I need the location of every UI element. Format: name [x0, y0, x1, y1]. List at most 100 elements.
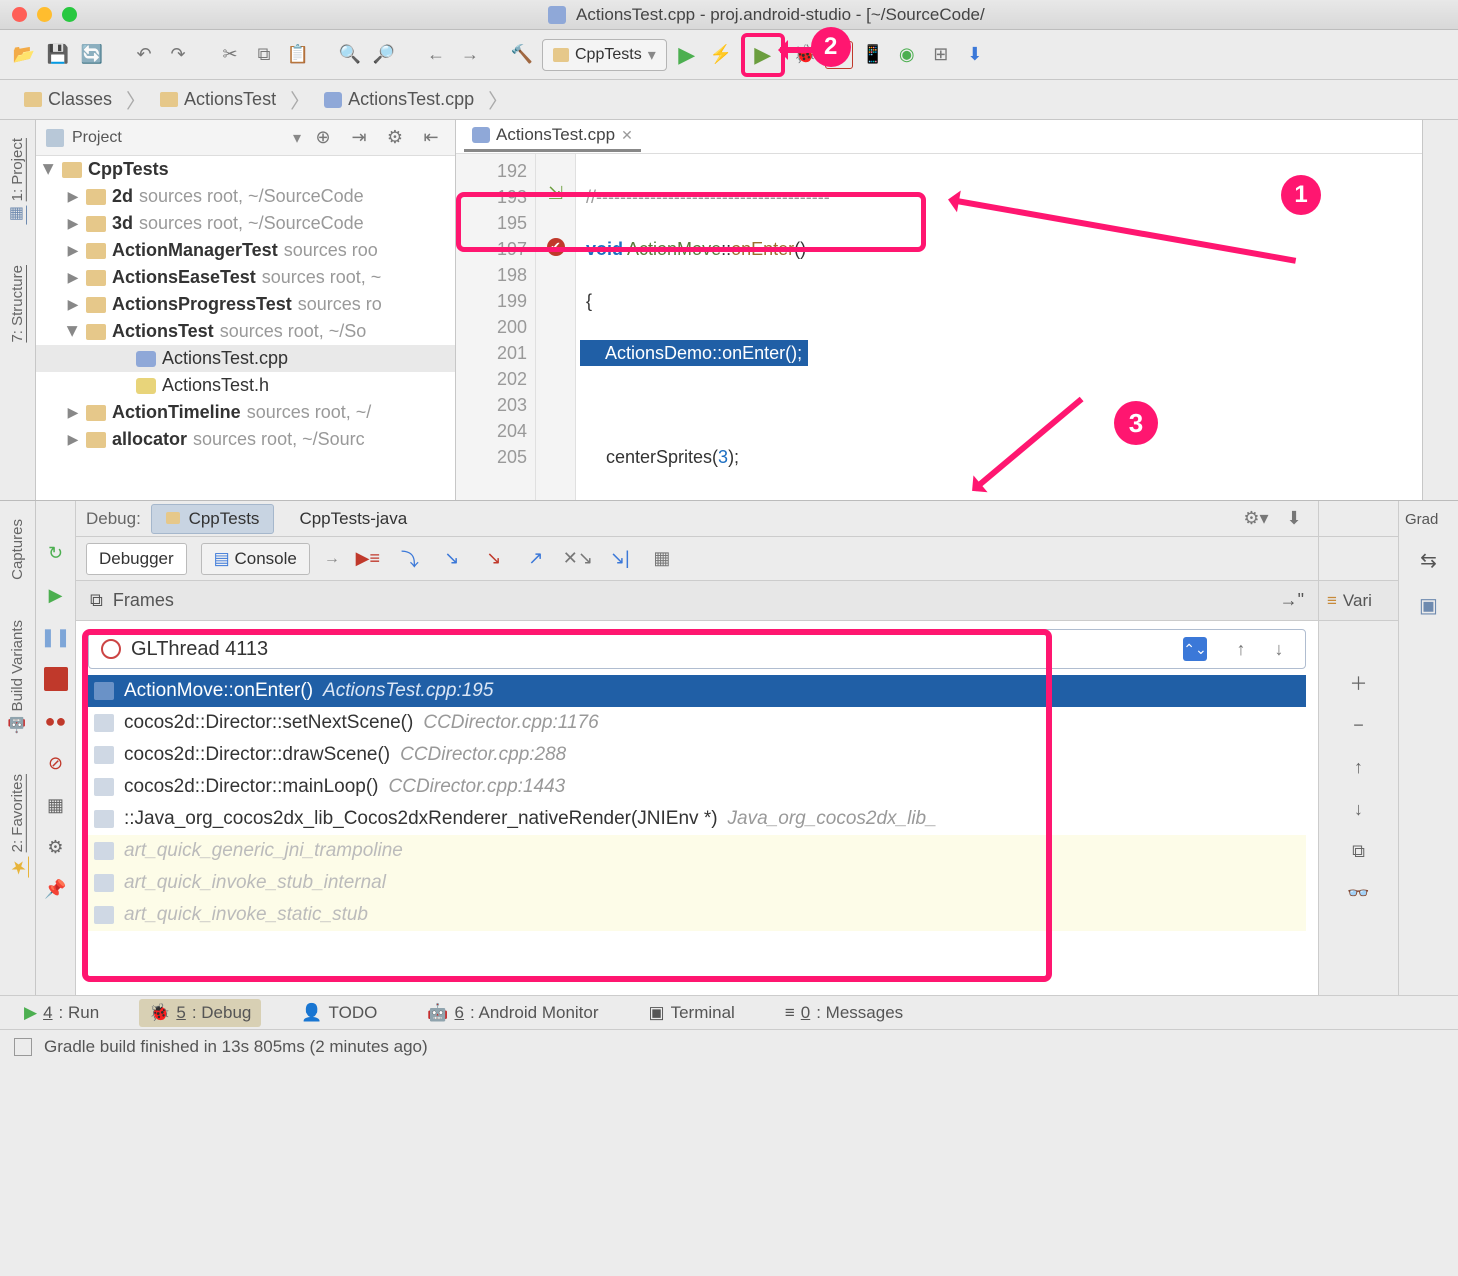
breadcrumb-item[interactable]: ActionsTest: [150, 85, 286, 114]
tab-captures[interactable]: Captures: [5, 511, 30, 588]
gradle-icon[interactable]: ⇆: [1399, 538, 1458, 583]
tree-row[interactable]: ActionsTest.h: [36, 372, 455, 399]
frame-row[interactable]: cocos2d::Director::setNextScene() CCDire…: [88, 707, 1306, 739]
zoom-window-button[interactable]: [62, 7, 77, 22]
build-icon[interactable]: 🔨: [508, 41, 536, 69]
back-icon[interactable]: ←: [422, 41, 450, 69]
apply-changes-icon[interactable]: ⚡: [707, 41, 735, 69]
frame-row[interactable]: cocos2d::Director::mainLoop() CCDirector…: [88, 771, 1306, 803]
show-execution-icon[interactable]: ▶≡: [354, 545, 382, 573]
expand-arrow-icon[interactable]: ▶: [66, 431, 80, 448]
frame-row[interactable]: art_quick_invoke_stub_internal: [88, 867, 1306, 899]
find-icon[interactable]: 🔍: [336, 41, 364, 69]
sync-icon[interactable]: 🔄: [78, 41, 106, 69]
bottom-tab-android[interactable]: 🤖 6: Android Monitor: [417, 999, 608, 1027]
bottom-tab-terminal[interactable]: ▣ Terminal: [639, 999, 745, 1027]
expand-arrow-icon[interactable]: ▶: [66, 215, 80, 232]
tree-root[interactable]: ▶ CppTests: [36, 156, 455, 183]
down-icon[interactable]: ↓: [1347, 797, 1371, 821]
tree-row[interactable]: ▶ActionManagerTest sources roo: [36, 237, 455, 264]
frame-row[interactable]: art_quick_generic_jni_trampoline: [88, 835, 1306, 867]
expand-arrow-icon[interactable]: ▶: [65, 325, 82, 339]
layout-inspector-icon[interactable]: ⊞: [927, 41, 955, 69]
tree-row[interactable]: ▶3d sources root, ~/SourceCode: [36, 210, 455, 237]
bottom-tab-debug[interactable]: 🐞 5: Debug: [139, 999, 261, 1027]
evaluate-icon[interactable]: ▦: [648, 545, 676, 573]
view-breakpoints-icon[interactable]: ●●: [44, 709, 68, 733]
cut-icon[interactable]: ✂: [216, 41, 244, 69]
redo-icon[interactable]: ↷: [164, 41, 192, 69]
tree-row[interactable]: ▶ActionsTest sources root, ~/So: [36, 318, 455, 345]
pin-icon[interactable]: 📌: [44, 877, 68, 901]
mute-breakpoints-icon[interactable]: ⊘: [44, 751, 68, 775]
tree-row[interactable]: ▶2d sources root, ~/SourceCode: [36, 183, 455, 210]
code-area[interactable]: //--------------------------------------…: [576, 154, 1422, 500]
tree-row[interactable]: ▶allocator sources root, ~/Sourc: [36, 426, 455, 453]
status-icon[interactable]: [14, 1038, 32, 1056]
sub-tab-debugger[interactable]: Debugger: [86, 543, 187, 575]
presentation-icon[interactable]: →": [1280, 590, 1304, 611]
tree-row[interactable]: ▶ActionsEaseTest sources root, ~: [36, 264, 455, 291]
resume-icon[interactable]: ▶: [44, 583, 68, 607]
up-icon[interactable]: ↑: [1347, 755, 1371, 779]
tab-favorites[interactable]: ★ 2: Favorites: [3, 766, 33, 886]
copy-icon[interactable]: ⧉: [1347, 839, 1371, 863]
rerun-icon[interactable]: ↻: [44, 541, 68, 565]
force-step-into-icon[interactable]: ↘: [480, 545, 508, 573]
tree-row[interactable]: ActionsTest.cpp: [36, 345, 455, 372]
frame-row[interactable]: ActionMove::onEnter() ActionsTest.cpp:19…: [88, 675, 1306, 707]
remove-watch-icon[interactable]: −: [1347, 713, 1371, 737]
tree-row[interactable]: ▶ActionsProgressTest sources ro: [36, 291, 455, 318]
copy-icon[interactable]: ⧉: [250, 41, 278, 69]
forward-icon[interactable]: →: [456, 41, 484, 69]
expand-arrow-icon[interactable]: ▶: [66, 404, 80, 421]
download-icon[interactable]: ⬇: [961, 41, 989, 69]
collapse-icon[interactable]: ⇥: [345, 124, 373, 152]
drop-frame-icon[interactable]: ✕↘: [564, 545, 592, 573]
close-tab-icon[interactable]: ✕: [621, 127, 633, 144]
bottom-tab-messages[interactable]: ≡ 0: Messages: [775, 999, 913, 1027]
frame-row[interactable]: art_quick_invoke_static_stub: [88, 899, 1306, 931]
expand-arrow-icon[interactable]: ▶: [66, 296, 80, 313]
breadcrumb-item[interactable]: ActionsTest.cpp: [314, 85, 484, 114]
undo-icon[interactable]: ↶: [130, 41, 158, 69]
show-watches-icon[interactable]: 👓: [1347, 881, 1371, 905]
bottom-tab-run[interactable]: ▶ 4: Run: [14, 999, 109, 1027]
run-config-selector[interactable]: CppTests ▾: [542, 39, 667, 71]
frame-list[interactable]: ActionMove::onEnter() ActionsTest.cpp:19…: [88, 675, 1306, 931]
breadcrumb-item[interactable]: Classes: [14, 85, 122, 114]
hide-icon[interactable]: ⇤: [417, 124, 445, 152]
frame-row[interactable]: ::Java_org_cocos2dx_lib_Cocos2dxRenderer…: [88, 803, 1306, 835]
preview-icon[interactable]: ▣: [1399, 583, 1458, 628]
prev-frame-icon[interactable]: ↑: [1227, 635, 1255, 663]
minimize-window-button[interactable]: [37, 7, 52, 22]
tab-gradle[interactable]: Grad: [1399, 501, 1458, 538]
expand-arrow-icon[interactable]: ▶: [66, 188, 80, 205]
tree-row[interactable]: ▶ActionTimeline sources root, ~/: [36, 399, 455, 426]
marker-gutter[interactable]: ⇲: [536, 154, 576, 500]
next-frame-icon[interactable]: ↓: [1265, 635, 1293, 663]
sub-tab-console[interactable]: ▤ Console: [201, 543, 310, 575]
tab-build-variants[interactable]: 🤖 Build Variants: [5, 612, 31, 742]
editor-tab[interactable]: ActionsTest.cpp ✕: [464, 121, 641, 152]
run-to-cursor-icon[interactable]: ↘|: [606, 545, 634, 573]
add-watch-icon[interactable]: ＋: [1347, 671, 1371, 695]
save-icon[interactable]: 💾: [44, 41, 72, 69]
expand-arrow-icon[interactable]: ▶: [66, 269, 80, 286]
expand-arrow-icon[interactable]: ▶: [66, 242, 80, 259]
frame-row[interactable]: cocos2d::Director::drawScene() CCDirecto…: [88, 739, 1306, 771]
tab-project[interactable]: ▦ 1: Project: [4, 130, 31, 233]
layout-settings-icon[interactable]: ▦: [44, 793, 68, 817]
tab-structure[interactable]: 7: Structure: [5, 257, 30, 351]
gear-icon[interactable]: ⚙▾: [1242, 505, 1270, 533]
project-tree[interactable]: ▶ CppTests ▶2d sources root, ~/SourceCod…: [36, 156, 455, 500]
run-button[interactable]: ▶: [673, 41, 701, 69]
step-into-icon[interactable]: ↘: [438, 545, 466, 573]
thread-selector[interactable]: GLThread 4113 ⌃⌄ ↑ ↓: [88, 629, 1306, 669]
sdk-manager-icon[interactable]: ◉: [893, 41, 921, 69]
paste-icon[interactable]: 📋: [284, 41, 312, 69]
debug-session-tab[interactable]: CppTests: [151, 504, 275, 534]
debug-session-tab[interactable]: CppTests-java: [284, 504, 422, 534]
open-icon[interactable]: 📂: [10, 41, 38, 69]
avd-manager-icon[interactable]: 📱: [859, 41, 887, 69]
